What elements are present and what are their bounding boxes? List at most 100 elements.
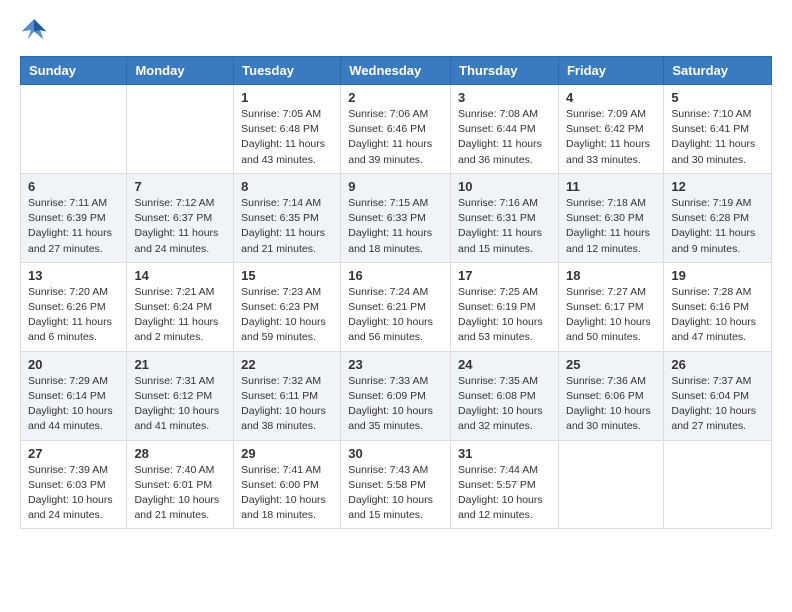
day-number: 22	[241, 357, 333, 372]
day-cell-27: 27Sunrise: 7:39 AMSunset: 6:03 PMDayligh…	[21, 440, 127, 529]
day-info: Sunrise: 7:16 AMSunset: 6:31 PMDaylight:…	[458, 196, 551, 257]
day-info: Sunrise: 7:05 AMSunset: 6:48 PMDaylight:…	[241, 107, 333, 168]
day-info: Sunrise: 7:23 AMSunset: 6:23 PMDaylight:…	[241, 285, 333, 346]
day-info: Sunrise: 7:31 AMSunset: 6:12 PMDaylight:…	[134, 374, 226, 435]
day-cell-12: 12 Sunrise: 7:19 AMSunset: 6:28 PMDayligh…	[664, 173, 772, 262]
week-row-3: 13 Sunrise: 7:20 AMSunset: 6:26 PMDayligh…	[21, 262, 772, 351]
day-cell-2: 2 Sunrise: 7:06 AMSunset: 6:46 PMDaylight…	[341, 85, 451, 174]
day-number: 15	[241, 268, 333, 283]
week-row-4: 20 Sunrise: 7:29 AMSunset: 6:14 PMDayligh…	[21, 351, 772, 440]
day-cell-26: 26Sunrise: 7:37 AMSunset: 6:04 PMDayligh…	[664, 351, 772, 440]
day-cell-31: 31 Sunrise: 7:44 AMSunset: 5:57 PMDayligh…	[451, 440, 559, 529]
weekday-header-monday: Monday	[127, 57, 234, 85]
day-cell-20: 20 Sunrise: 7:29 AMSunset: 6:14 PMDayligh…	[21, 351, 127, 440]
day-number: 16	[348, 268, 443, 283]
empty-cell	[127, 85, 234, 174]
day-number: 31	[458, 446, 551, 461]
day-number: 24	[458, 357, 551, 372]
day-info: Sunrise: 7:28 AMSunset: 6:16 PMDaylight:…	[671, 285, 764, 346]
weekday-header-saturday: Saturday	[664, 57, 772, 85]
day-info: Sunrise: 7:41 AMSunset: 6:00 PMDaylight:…	[241, 463, 333, 524]
day-number: 29	[241, 446, 333, 461]
day-info: Sunrise: 7:44 AMSunset: 5:57 PMDaylight:…	[458, 463, 551, 524]
empty-cell	[558, 440, 663, 529]
day-info: Sunrise: 7:33 AMSunset: 6:09 PMDaylight:…	[348, 374, 443, 435]
day-info: Sunrise: 7:37 AMSunset: 6:04 PMDaylight:…	[671, 374, 764, 435]
day-number: 7	[134, 179, 226, 194]
day-cell-18: 18 Sunrise: 7:27 AMSunset: 6:17 PMDayligh…	[558, 262, 663, 351]
day-info: Sunrise: 7:25 AMSunset: 6:19 PMDaylight:…	[458, 285, 551, 346]
day-info: Sunrise: 7:24 AMSunset: 6:21 PMDaylight:…	[348, 285, 443, 346]
day-cell-25: 25 Sunrise: 7:36 AMSunset: 6:06 PMDayligh…	[558, 351, 663, 440]
day-info: Sunrise: 7:21 AMSunset: 6:24 PMDaylight:…	[134, 285, 226, 346]
day-info: Sunrise: 7:14 AMSunset: 6:35 PMDaylight:…	[241, 196, 333, 257]
day-info: Sunrise: 7:35 AMSunset: 6:08 PMDaylight:…	[458, 374, 551, 435]
day-info: Sunrise: 7:40 AMSunset: 6:01 PMDaylight:…	[134, 463, 226, 524]
day-number: 17	[458, 268, 551, 283]
day-number: 13	[28, 268, 119, 283]
page: SundayMondayTuesdayWednesdayThursdayFrid…	[0, 0, 792, 549]
day-cell-23: 23 Sunrise: 7:33 AMSunset: 6:09 PMDayligh…	[341, 351, 451, 440]
day-number: 4	[566, 90, 656, 105]
day-info: Sunrise: 7:20 AMSunset: 6:26 PMDaylight:…	[28, 285, 119, 346]
weekday-header-row: SundayMondayTuesdayWednesdayThursdayFrid…	[21, 57, 772, 85]
empty-cell	[21, 85, 127, 174]
day-info: Sunrise: 7:29 AMSunset: 6:14 PMDaylight:…	[28, 374, 119, 435]
day-number: 19	[671, 268, 764, 283]
day-cell-4: 4 Sunrise: 7:09 AMSunset: 6:42 PMDaylight…	[558, 85, 663, 174]
week-row-2: 6Sunrise: 7:11 AMSunset: 6:39 PMDaylight…	[21, 173, 772, 262]
empty-cell	[664, 440, 772, 529]
day-number: 8	[241, 179, 333, 194]
day-cell-19: 19 Sunrise: 7:28 AMSunset: 6:16 PMDayligh…	[664, 262, 772, 351]
day-number: 3	[458, 90, 551, 105]
logo-bird-icon	[20, 16, 48, 44]
logo	[20, 16, 52, 44]
day-cell-24: 24 Sunrise: 7:35 AMSunset: 6:08 PMDayligh…	[451, 351, 559, 440]
calendar-table: SundayMondayTuesdayWednesdayThursdayFrid…	[20, 56, 772, 529]
day-number: 25	[566, 357, 656, 372]
day-cell-16: 16 Sunrise: 7:24 AMSunset: 6:21 PMDayligh…	[341, 262, 451, 351]
day-cell-22: 22Sunrise: 7:32 AMSunset: 6:11 PMDayligh…	[234, 351, 341, 440]
day-number: 23	[348, 357, 443, 372]
day-cell-1: 1 Sunrise: 7:05 AMSunset: 6:48 PMDaylight…	[234, 85, 341, 174]
day-cell-30: 30Sunrise: 7:43 AMSunset: 5:58 PMDayligh…	[341, 440, 451, 529]
day-number: 28	[134, 446, 226, 461]
day-info: Sunrise: 7:09 AMSunset: 6:42 PMDaylight:…	[566, 107, 656, 168]
day-cell-15: 15 Sunrise: 7:23 AMSunset: 6:23 PMDayligh…	[234, 262, 341, 351]
day-number: 6	[28, 179, 119, 194]
day-cell-6: 6Sunrise: 7:11 AMSunset: 6:39 PMDaylight…	[21, 173, 127, 262]
weekday-header-wednesday: Wednesday	[341, 57, 451, 85]
day-number: 18	[566, 268, 656, 283]
day-cell-21: 21 Sunrise: 7:31 AMSunset: 6:12 PMDayligh…	[127, 351, 234, 440]
day-cell-13: 13 Sunrise: 7:20 AMSunset: 6:26 PMDayligh…	[21, 262, 127, 351]
day-number: 14	[134, 268, 226, 283]
day-cell-7: 7Sunrise: 7:12 AMSunset: 6:37 PMDaylight…	[127, 173, 234, 262]
day-cell-10: 10Sunrise: 7:16 AMSunset: 6:31 PMDayligh…	[451, 173, 559, 262]
day-number: 5	[671, 90, 764, 105]
header	[20, 16, 772, 44]
day-number: 1	[241, 90, 333, 105]
day-info: Sunrise: 7:27 AMSunset: 6:17 PMDaylight:…	[566, 285, 656, 346]
day-info: Sunrise: 7:36 AMSunset: 6:06 PMDaylight:…	[566, 374, 656, 435]
weekday-header-tuesday: Tuesday	[234, 57, 341, 85]
day-cell-5: 5Sunrise: 7:10 AMSunset: 6:41 PMDaylight…	[664, 85, 772, 174]
day-info: Sunrise: 7:18 AMSunset: 6:30 PMDaylight:…	[566, 196, 656, 257]
day-number: 20	[28, 357, 119, 372]
day-cell-9: 9Sunrise: 7:15 AMSunset: 6:33 PMDaylight…	[341, 173, 451, 262]
day-number: 9	[348, 179, 443, 194]
day-info: Sunrise: 7:06 AMSunset: 6:46 PMDaylight:…	[348, 107, 443, 168]
weekday-header-sunday: Sunday	[21, 57, 127, 85]
day-number: 11	[566, 179, 656, 194]
day-number: 12	[671, 179, 764, 194]
day-number: 2	[348, 90, 443, 105]
day-number: 27	[28, 446, 119, 461]
day-cell-8: 8 Sunrise: 7:14 AMSunset: 6:35 PMDaylight…	[234, 173, 341, 262]
day-cell-11: 11 Sunrise: 7:18 AMSunset: 6:30 PMDayligh…	[558, 173, 663, 262]
weekday-header-friday: Friday	[558, 57, 663, 85]
week-row-5: 27Sunrise: 7:39 AMSunset: 6:03 PMDayligh…	[21, 440, 772, 529]
day-cell-17: 17 Sunrise: 7:25 AMSunset: 6:19 PMDayligh…	[451, 262, 559, 351]
day-cell-14: 14 Sunrise: 7:21 AMSunset: 6:24 PMDayligh…	[127, 262, 234, 351]
week-row-1: 1 Sunrise: 7:05 AMSunset: 6:48 PMDaylight…	[21, 85, 772, 174]
day-number: 21	[134, 357, 226, 372]
day-info: Sunrise: 7:19 AMSunset: 6:28 PMDaylight:…	[671, 196, 764, 257]
